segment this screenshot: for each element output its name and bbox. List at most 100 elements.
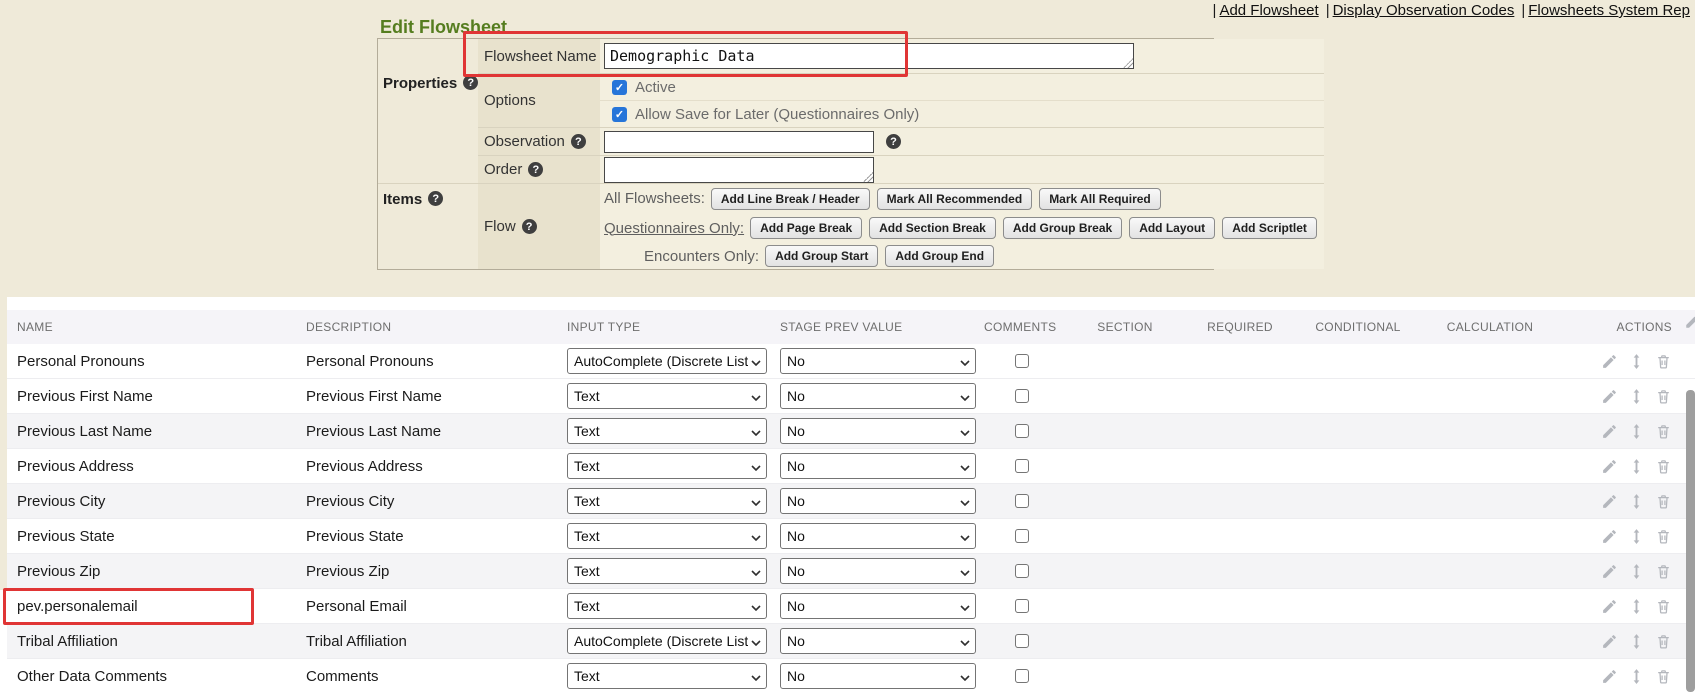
move-row-icon[interactable] [1628,528,1645,545]
input-type-select[interactable]: Text [567,488,767,514]
move-row-icon[interactable] [1628,493,1645,510]
resize-grip-icon[interactable] [863,172,873,182]
input-type-cell: Text [557,558,770,584]
input-type-select[interactable]: Text [567,453,767,479]
move-row-icon[interactable] [1628,563,1645,580]
nav-link-display-observation-codes[interactable]: Display Observation Codes [1333,2,1515,19]
item-name: Previous First Name [7,388,296,405]
stage-prev-value-select[interactable]: No [780,663,976,689]
move-row-icon[interactable] [1628,458,1645,475]
items-help-icon[interactable]: ? [428,191,443,206]
input-type-select[interactable]: Text [567,558,767,584]
comments-checkbox[interactable] [1015,354,1029,368]
input-type-select[interactable]: Text [567,383,767,409]
allow-save-checkbox[interactable] [612,107,627,122]
stage-prev-value-select[interactable]: No [780,418,976,444]
input-type-select[interactable]: Text [567,523,767,549]
edit-icon[interactable] [1601,458,1618,475]
move-row-icon[interactable] [1628,668,1645,685]
resize-grip-icon[interactable] [1123,58,1133,68]
mark-all-recommended-button[interactable]: Mark All Recommended [877,188,1033,210]
add-section-break-button[interactable]: Add Section Break [869,217,996,239]
mark-all-required-button[interactable]: Mark All Required [1039,188,1161,210]
edit-icon[interactable] [1601,388,1618,405]
order-input[interactable] [604,157,874,183]
input-type-value: Text [574,388,748,404]
stage-prev-value-select[interactable]: No [780,523,976,549]
stage-prev-value-select[interactable]: No [780,383,976,409]
active-checkbox[interactable] [612,80,627,95]
delete-icon[interactable] [1655,353,1672,370]
observation-input[interactable] [604,131,874,153]
stage-prev-value-select[interactable]: No [780,628,976,654]
add-group-break-button[interactable]: Add Group Break [1003,217,1122,239]
delete-icon[interactable] [1655,493,1672,510]
properties-help-icon[interactable]: ? [463,75,478,90]
edit-icon[interactable] [1601,598,1618,615]
add-scriptlet-button[interactable]: Add Scriptlet [1222,217,1317,239]
delete-icon[interactable] [1655,458,1672,475]
delete-icon[interactable] [1655,528,1672,545]
table-row: Previous Last NamePrevious Last NameText… [7,414,1695,449]
move-row-icon[interactable] [1628,388,1645,405]
stage-prev-value-select[interactable]: No [780,593,976,619]
move-row-icon[interactable] [1628,353,1645,370]
stage-prev-value-select[interactable]: No [780,453,976,479]
order-help-icon[interactable]: ? [528,162,543,177]
delete-icon[interactable] [1655,423,1672,440]
comments-checkbox[interactable] [1015,494,1029,508]
delete-icon[interactable] [1655,598,1672,615]
item-name-text: Tribal Affiliation [17,633,118,650]
edit-icon[interactable] [1601,353,1618,370]
input-type-select[interactable]: AutoComplete (Discrete List) [567,628,767,654]
add-layout-button[interactable]: Add Layout [1129,217,1215,239]
stage-prev-value-select[interactable]: No [780,488,976,514]
chevron-down-icon [957,423,970,439]
item-name-text: Previous City [17,493,105,510]
nav-link-add-flowsheet[interactable]: Add Flowsheet [1219,2,1318,19]
move-row-icon[interactable] [1628,598,1645,615]
move-row-icon[interactable] [1628,633,1645,650]
comments-checkbox[interactable] [1015,389,1029,403]
delete-icon[interactable] [1655,668,1672,685]
comments-checkbox[interactable] [1015,459,1029,473]
add-line-break-header-button[interactable]: Add Line Break / Header [711,188,870,210]
move-row-icon[interactable] [1628,423,1645,440]
observation-label-help-icon[interactable]: ? [571,134,586,149]
input-type-select[interactable]: Text [567,593,767,619]
input-type-select[interactable]: AutoComplete (Discrete List) [567,348,767,374]
comments-checkbox[interactable] [1015,634,1029,648]
delete-icon[interactable] [1655,633,1672,650]
delete-icon[interactable] [1655,563,1672,580]
stage-prev-value-select[interactable]: No [780,558,976,584]
input-type-select[interactable]: Text [567,418,767,444]
column-header-section: SECTION [1066,320,1184,334]
edit-icon[interactable] [1601,563,1618,580]
stage-prev-value-cell: No [770,383,978,409]
flow-help-icon[interactable]: ? [522,219,537,234]
column-header-input-type: INPUT TYPE [557,320,770,334]
chevron-down-icon [748,528,761,544]
edit-icon[interactable] [1601,528,1618,545]
vertical-scrollbar[interactable] [1686,390,1695,692]
comments-checkbox[interactable] [1015,424,1029,438]
add-page-break-button[interactable]: Add Page Break [750,217,862,239]
stage-prev-value-select[interactable]: No [780,348,976,374]
add-group-start-button[interactable]: Add Group Start [765,245,878,267]
comments-checkbox[interactable] [1015,529,1029,543]
delete-icon[interactable] [1655,388,1672,405]
edit-icon[interactable] [1601,423,1618,440]
comments-checkbox[interactable] [1015,599,1029,613]
item-description: Previous City [296,493,557,510]
edit-icon[interactable] [1601,633,1618,650]
edit-icon[interactable] [1601,668,1618,685]
input-type-select[interactable]: Text [567,663,767,689]
add-group-end-button[interactable]: Add Group End [885,245,994,267]
chevron-down-icon [957,668,970,684]
nav-link-flowsheets-system-rep[interactable]: Flowsheets System Rep [1528,2,1690,19]
edit-icon[interactable] [1601,493,1618,510]
comments-checkbox[interactable] [1015,564,1029,578]
observation-help-icon[interactable]: ? [886,134,901,149]
comments-checkbox[interactable] [1015,669,1029,683]
flowsheet-name-input[interactable]: Demographic Data [604,43,1134,69]
